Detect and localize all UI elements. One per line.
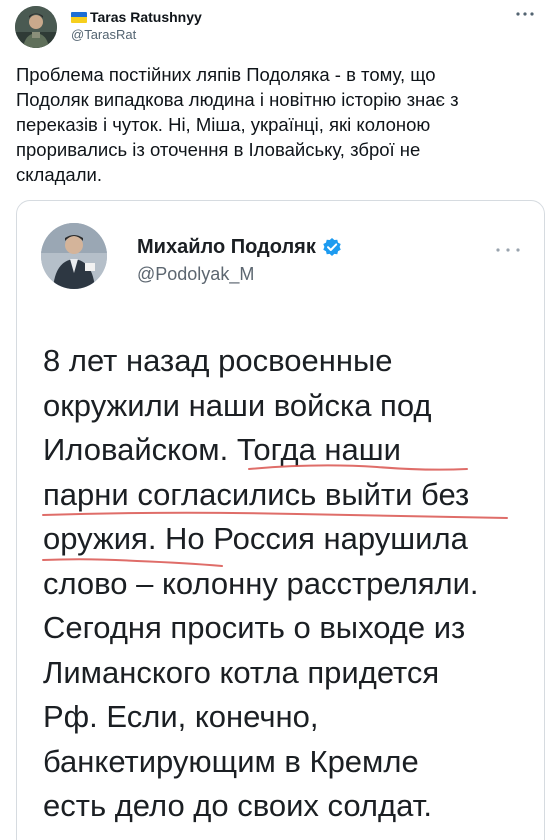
quoted-more-horizontal-icon — [496, 239, 520, 257]
tweet-text: Проблема постійних ляпів Подоляка - в то… — [16, 64, 459, 185]
author-name-row[interactable]: Taras Ratushnyy — [71, 8, 202, 26]
verified-badge-icon — [322, 237, 342, 257]
author-display-name[interactable]: Taras Ratushnyy — [90, 8, 202, 26]
ukraine-flag-icon — [71, 11, 87, 23]
quoted-tweet-text: 8 лет назад росвоенные окружили наши вой… — [43, 343, 479, 823]
author-block: Taras Ratushnyy @TarasRat — [71, 8, 202, 43]
quoted-author-handle[interactable]: @Podolyak_M — [137, 263, 342, 285]
author-handle[interactable]: @TarasRat — [71, 27, 202, 43]
quoted-author-name-row[interactable]: Михайло Подоляк — [137, 235, 342, 259]
quoted-author-block: Михайло Подоляк @Podolyak_M — [137, 235, 342, 285]
quoted-author-display-name[interactable]: Михайло Подоляк — [137, 235, 316, 259]
tweet: Taras Ratushnyy @TarasRat Проблема пості… — [0, 0, 551, 840]
quoted-tweet-card[interactable]: Михайло Подоляк @Podolyak_M 8 лет назад … — [16, 200, 545, 840]
quoted-author-avatar[interactable] — [41, 223, 107, 289]
more-horizontal-icon[interactable] — [511, 4, 539, 24]
author-avatar[interactable] — [15, 6, 57, 48]
